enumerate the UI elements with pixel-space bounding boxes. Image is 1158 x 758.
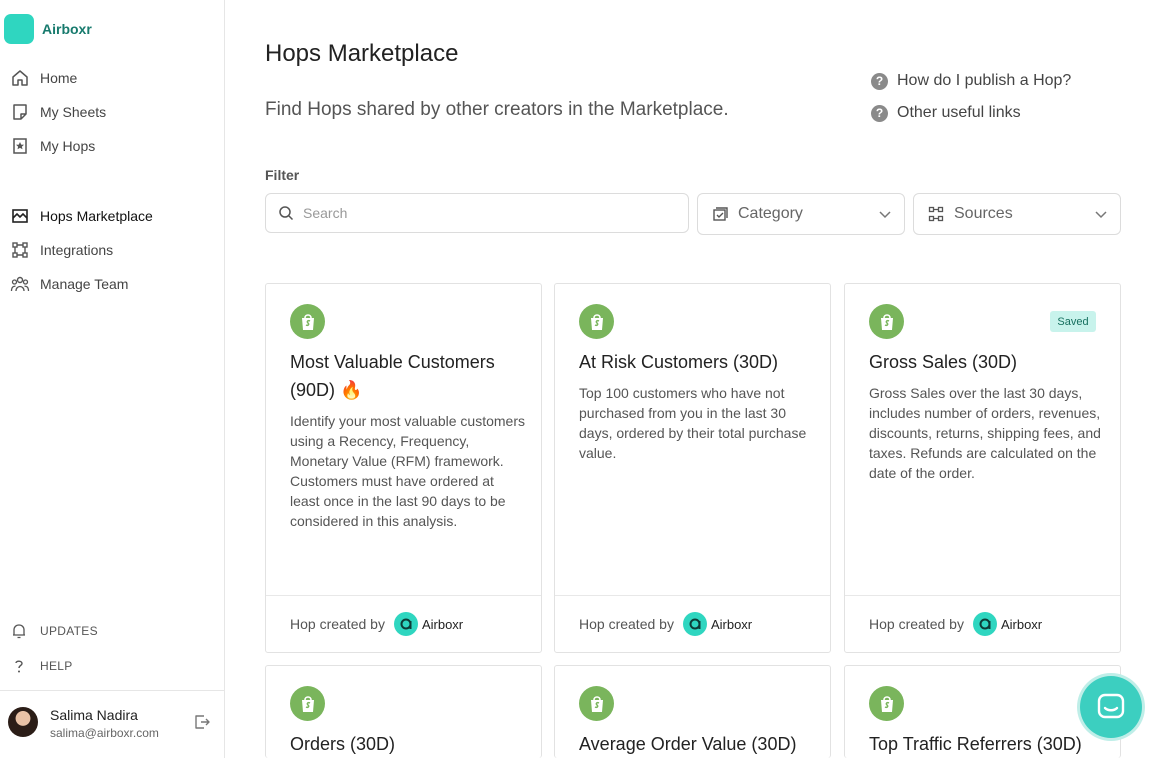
card-title: Orders (30D)	[290, 734, 396, 754]
question-circle-icon: ?	[871, 104, 888, 122]
chevron-down-icon	[879, 211, 891, 219]
hop-card[interactable]: Saved Gross Sales (30D) Gross Sales over…	[844, 283, 1121, 653]
avatar[interactable]	[8, 707, 38, 737]
chevron-down-icon	[1095, 211, 1107, 219]
airboxr-logo-icon	[972, 612, 997, 636]
created-by-label: Hop created by	[579, 616, 674, 632]
page-title: Hops Marketplace	[265, 40, 459, 67]
home-icon	[12, 70, 28, 86]
bookmark-star-icon	[13, 138, 27, 154]
sidebar-item-hops-marketplace[interactable]: Hops Marketplace	[10, 204, 153, 228]
card-footer: Hop created by Airboxr	[266, 595, 541, 652]
brand-name: Airboxr	[42, 21, 92, 37]
shopify-bag-icon	[869, 686, 904, 721]
marketplace-icon	[12, 209, 28, 223]
saved-badge: Saved	[1050, 311, 1096, 332]
page-subtitle: Find Hops shared by other creators in th…	[265, 99, 729, 120]
airboxr-logo-icon	[393, 612, 418, 636]
sidebar-item-label: My Hops	[40, 138, 96, 154]
sidebar-item-updates[interactable]: UPDATES	[10, 622, 98, 640]
card-description: Top 100 customers who have not purchased…	[579, 385, 807, 461]
brand[interactable]: Airboxr	[4, 14, 92, 44]
sheet-icon	[13, 104, 27, 120]
integrations-icon	[12, 242, 28, 258]
card-footer: Hop created by Airboxr	[555, 595, 830, 652]
sources-label: Sources	[954, 205, 1013, 222]
chat-icon	[1097, 693, 1125, 719]
shopify-bag-icon	[290, 686, 325, 721]
useful-links-label: Other useful links	[897, 104, 1021, 121]
created-by-label: Hop created by	[869, 616, 964, 632]
card-footer: Hop created by Airboxr	[845, 595, 1120, 652]
airboxr-logo-icon	[682, 612, 707, 636]
question-circle-icon: ?	[871, 72, 888, 90]
sidebar-item-my-hops[interactable]: My Hops	[10, 134, 95, 158]
filter-label: Filter	[265, 167, 300, 183]
sidebar-item-help[interactable]: HELP	[10, 657, 73, 675]
sidebar-item-my-sheets[interactable]: My Sheets	[10, 100, 106, 124]
user-name: Salima Nadira	[50, 707, 138, 723]
category-icon	[713, 207, 728, 221]
bell-icon	[13, 624, 25, 639]
publish-hop-label: How do I publish a Hop?	[897, 72, 1072, 89]
creator-name[interactable]: Airboxr	[711, 617, 752, 632]
creator-name[interactable]: Airboxr	[422, 617, 463, 632]
card-title: Gross Sales (30D)	[869, 352, 1018, 372]
sidebar-item-label: Hops Marketplace	[40, 208, 153, 224]
shopify-bag-icon	[579, 304, 614, 339]
publish-hop-link[interactable]: ? How do I publish a Hop?	[871, 72, 1071, 90]
shopify-bag-icon	[579, 686, 614, 721]
sidebar-item-integrations[interactable]: Integrations	[10, 238, 113, 262]
useful-links-link[interactable]: ? Other useful links	[871, 104, 1021, 122]
brand-logo	[4, 14, 34, 44]
team-icon	[10, 276, 30, 292]
card-title: At Risk Customers (30D)	[579, 352, 779, 372]
sidebar-item-label: Manage Team	[40, 276, 129, 292]
card-description: Identify your most valuable customers us…	[290, 413, 525, 529]
sources-select[interactable]: Sources	[913, 193, 1121, 235]
help-label: HELP	[40, 659, 73, 673]
question-mark-icon	[15, 660, 23, 673]
sidebar-item-label: My Sheets	[40, 104, 107, 120]
category-label: Category	[738, 205, 803, 222]
updates-label: UPDATES	[40, 624, 98, 638]
shopify-bag-icon	[290, 304, 325, 339]
card-title: Top Traffic Referrers (30D)	[869, 734, 1082, 754]
search-icon	[279, 206, 294, 221]
search-box[interactable]	[265, 193, 689, 233]
card-title: Most Valuable Customers (90D) 🔥	[290, 352, 495, 400]
created-by-label: Hop created by	[290, 616, 385, 632]
category-select[interactable]: Category	[697, 193, 905, 235]
sidebar-item-manage-team[interactable]: Manage Team	[10, 272, 128, 296]
sidebar-item-label: Home	[40, 70, 78, 86]
user-bar: Salima Nadira salima@airboxr.com	[0, 690, 224, 758]
sources-icon	[928, 206, 944, 222]
hop-card[interactable]: Most Valuable Customers (90D) 🔥 Identify…	[265, 283, 542, 653]
logout-icon[interactable]	[193, 713, 211, 731]
card-description: Gross Sales over the last 30 days, inclu…	[869, 385, 1101, 481]
card-title: Average Order Value (30D)	[579, 734, 797, 754]
sidebar-item-home[interactable]: Home	[10, 66, 77, 90]
chat-launcher-button[interactable]	[1080, 676, 1142, 738]
sidebar-item-label: Integrations	[40, 242, 114, 258]
user-email: salima@airboxr.com	[50, 726, 159, 740]
shopify-bag-icon	[869, 304, 904, 339]
search-input[interactable]	[303, 205, 663, 221]
hop-card[interactable]: At Risk Customers (30D) Top 100 customer…	[554, 283, 831, 653]
creator-name[interactable]: Airboxr	[1001, 617, 1042, 632]
hop-card[interactable]: Orders (30D)	[265, 665, 542, 758]
hop-card[interactable]: Average Order Value (30D)	[554, 665, 831, 758]
sidebar: Airboxr Home My Sheets My Hops Hops Mark…	[0, 0, 225, 758]
